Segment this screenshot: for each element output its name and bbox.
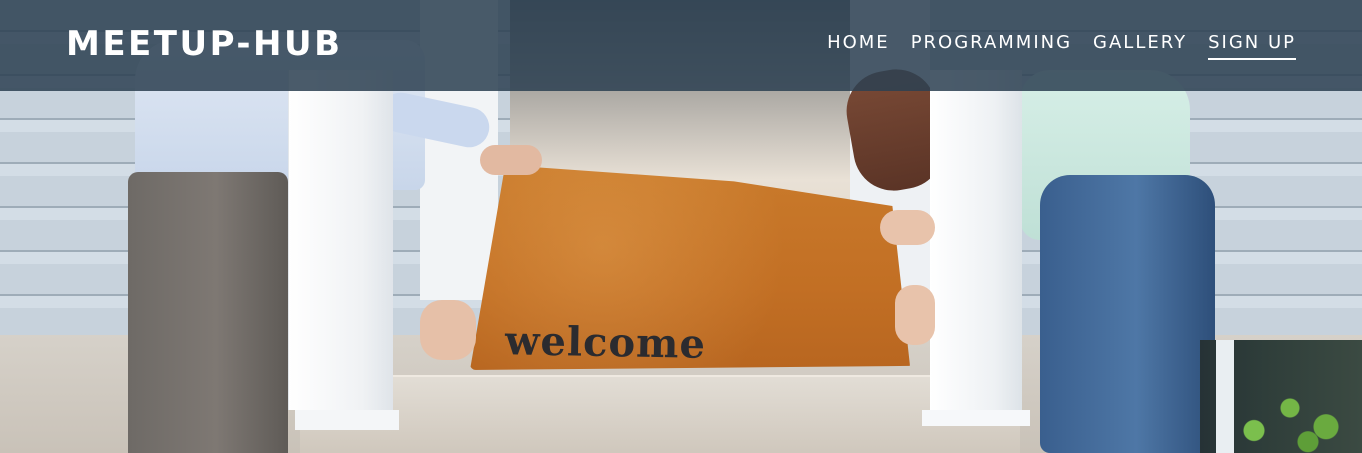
porch-column-right: [922, 70, 1030, 426]
hand-right: [880, 210, 935, 245]
porch-step: [300, 375, 1020, 453]
primary-nav: HOME PROGRAMMING GALLERY SIGN UP: [827, 30, 1296, 60]
brand-logo[interactable]: MEETUP-HUB: [66, 22, 343, 66]
page: welcome MEETUP-HUB HOME PROGRAMMING GALL…: [0, 0, 1362, 453]
plant-leaves: [1230, 378, 1350, 453]
person-left-pants: [128, 172, 288, 453]
nav-home-link[interactable]: HOME: [827, 30, 890, 60]
nav-sign-up-link[interactable]: SIGN UP: [1208, 30, 1296, 60]
hand-left-lower: [420, 300, 476, 360]
nav-gallery-link[interactable]: GALLERY: [1093, 30, 1187, 60]
nav-programming-link[interactable]: PROGRAMMING: [911, 30, 1072, 60]
doormat-text: welcome: [504, 317, 707, 368]
hand-left: [480, 145, 542, 175]
porch-column-left: [288, 70, 399, 430]
site-header: MEETUP-HUB HOME PROGRAMMING GALLERY SIGN…: [0, 0, 1362, 91]
hand-right-lower: [895, 285, 935, 345]
person-right-jeans: [1040, 175, 1215, 453]
